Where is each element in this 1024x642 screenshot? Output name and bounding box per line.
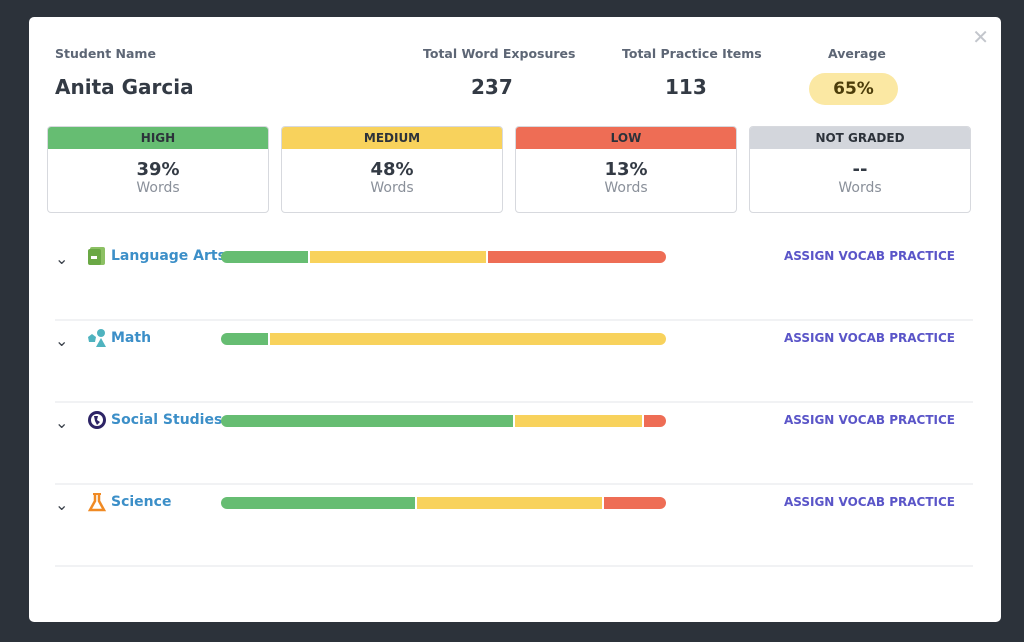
student-report-modal: ✕ Student Name Anita Garcia Total Word E… (29, 17, 1001, 622)
assign-vocab-practice-button[interactable]: ASSIGN VOCAB PRACTICE (784, 413, 955, 427)
card-unit: Words (370, 180, 414, 196)
card-title: LOW (516, 127, 736, 149)
subject-link[interactable]: Social Studies (111, 412, 222, 428)
card-percent: 48% (370, 159, 414, 180)
card-title: MEDIUM (282, 127, 502, 149)
assign-vocab-practice-button[interactable]: ASSIGN VOCAB PRACTICE (784, 331, 955, 345)
flask-icon (87, 492, 107, 512)
student-name-label: Student Name (55, 46, 156, 61)
student-name: Anita Garcia (55, 75, 194, 99)
exposures-value: 237 (471, 75, 513, 99)
chevron-down-icon[interactable]: ⌄ (55, 495, 68, 514)
bar-low (643, 415, 666, 427)
bar-medium (269, 333, 666, 345)
subject-link[interactable]: Language Arts (111, 248, 226, 264)
subject-row: ⌄ Language Arts ASSIGN VOCAB PRACTICE (55, 239, 973, 321)
bar-high (221, 333, 270, 345)
chevron-down-icon[interactable]: ⌄ (55, 413, 68, 432)
card-unit: Words (136, 180, 180, 196)
subject-row: ⌄ Social Studies ASSIGN VOCAB PRACTICE (55, 403, 973, 485)
chevron-down-icon[interactable]: ⌄ (55, 249, 68, 268)
card-unit: Words (838, 180, 882, 196)
summary-card-low: LOW 13% Words (515, 126, 737, 213)
summary-card-not-graded: NOT GRADED -- Words (749, 126, 971, 213)
assign-vocab-practice-button[interactable]: ASSIGN VOCAB PRACTICE (784, 249, 955, 263)
bar-low (488, 251, 666, 263)
average-badge: 65% (809, 73, 898, 105)
subject-link[interactable]: Math (111, 330, 151, 346)
subject-row: ⌄ Science ASSIGN VOCAB PRACTICE (55, 485, 973, 567)
card-title: HIGH (48, 127, 268, 149)
summary-card-medium: MEDIUM 48% Words (281, 126, 503, 213)
card-unit: Words (604, 180, 648, 196)
subject-row: ⌄ Math ASSIGN VOCAB PRACTICE (55, 321, 973, 403)
practice-label: Total Practice Items (622, 46, 762, 61)
practice-value: 113 (665, 75, 707, 99)
close-icon[interactable]: ✕ (972, 25, 989, 49)
progress-bar (221, 415, 666, 427)
card-percent: -- (852, 159, 868, 180)
bar-high (221, 251, 310, 263)
globe-icon (87, 410, 107, 430)
subject-link[interactable]: Science (111, 494, 171, 510)
bar-high (221, 497, 417, 509)
card-percent: 13% (604, 159, 648, 180)
exposures-label: Total Word Exposures (423, 46, 576, 61)
bar-high (221, 415, 515, 427)
card-title: NOT GRADED (750, 127, 970, 149)
card-percent: 39% (136, 159, 180, 180)
bar-low (603, 497, 666, 509)
progress-bar (221, 333, 666, 345)
bar-medium (514, 415, 644, 427)
average-label: Average (828, 46, 886, 61)
assign-vocab-practice-button[interactable]: ASSIGN VOCAB PRACTICE (784, 495, 955, 509)
chevron-down-icon[interactable]: ⌄ (55, 331, 68, 350)
shapes-icon (87, 328, 107, 348)
summary-card-high: HIGH 39% Words (47, 126, 269, 213)
progress-bar (221, 251, 666, 263)
bar-medium (416, 497, 604, 509)
bar-medium (310, 251, 488, 263)
book-icon (87, 246, 107, 266)
progress-bar (221, 497, 666, 509)
